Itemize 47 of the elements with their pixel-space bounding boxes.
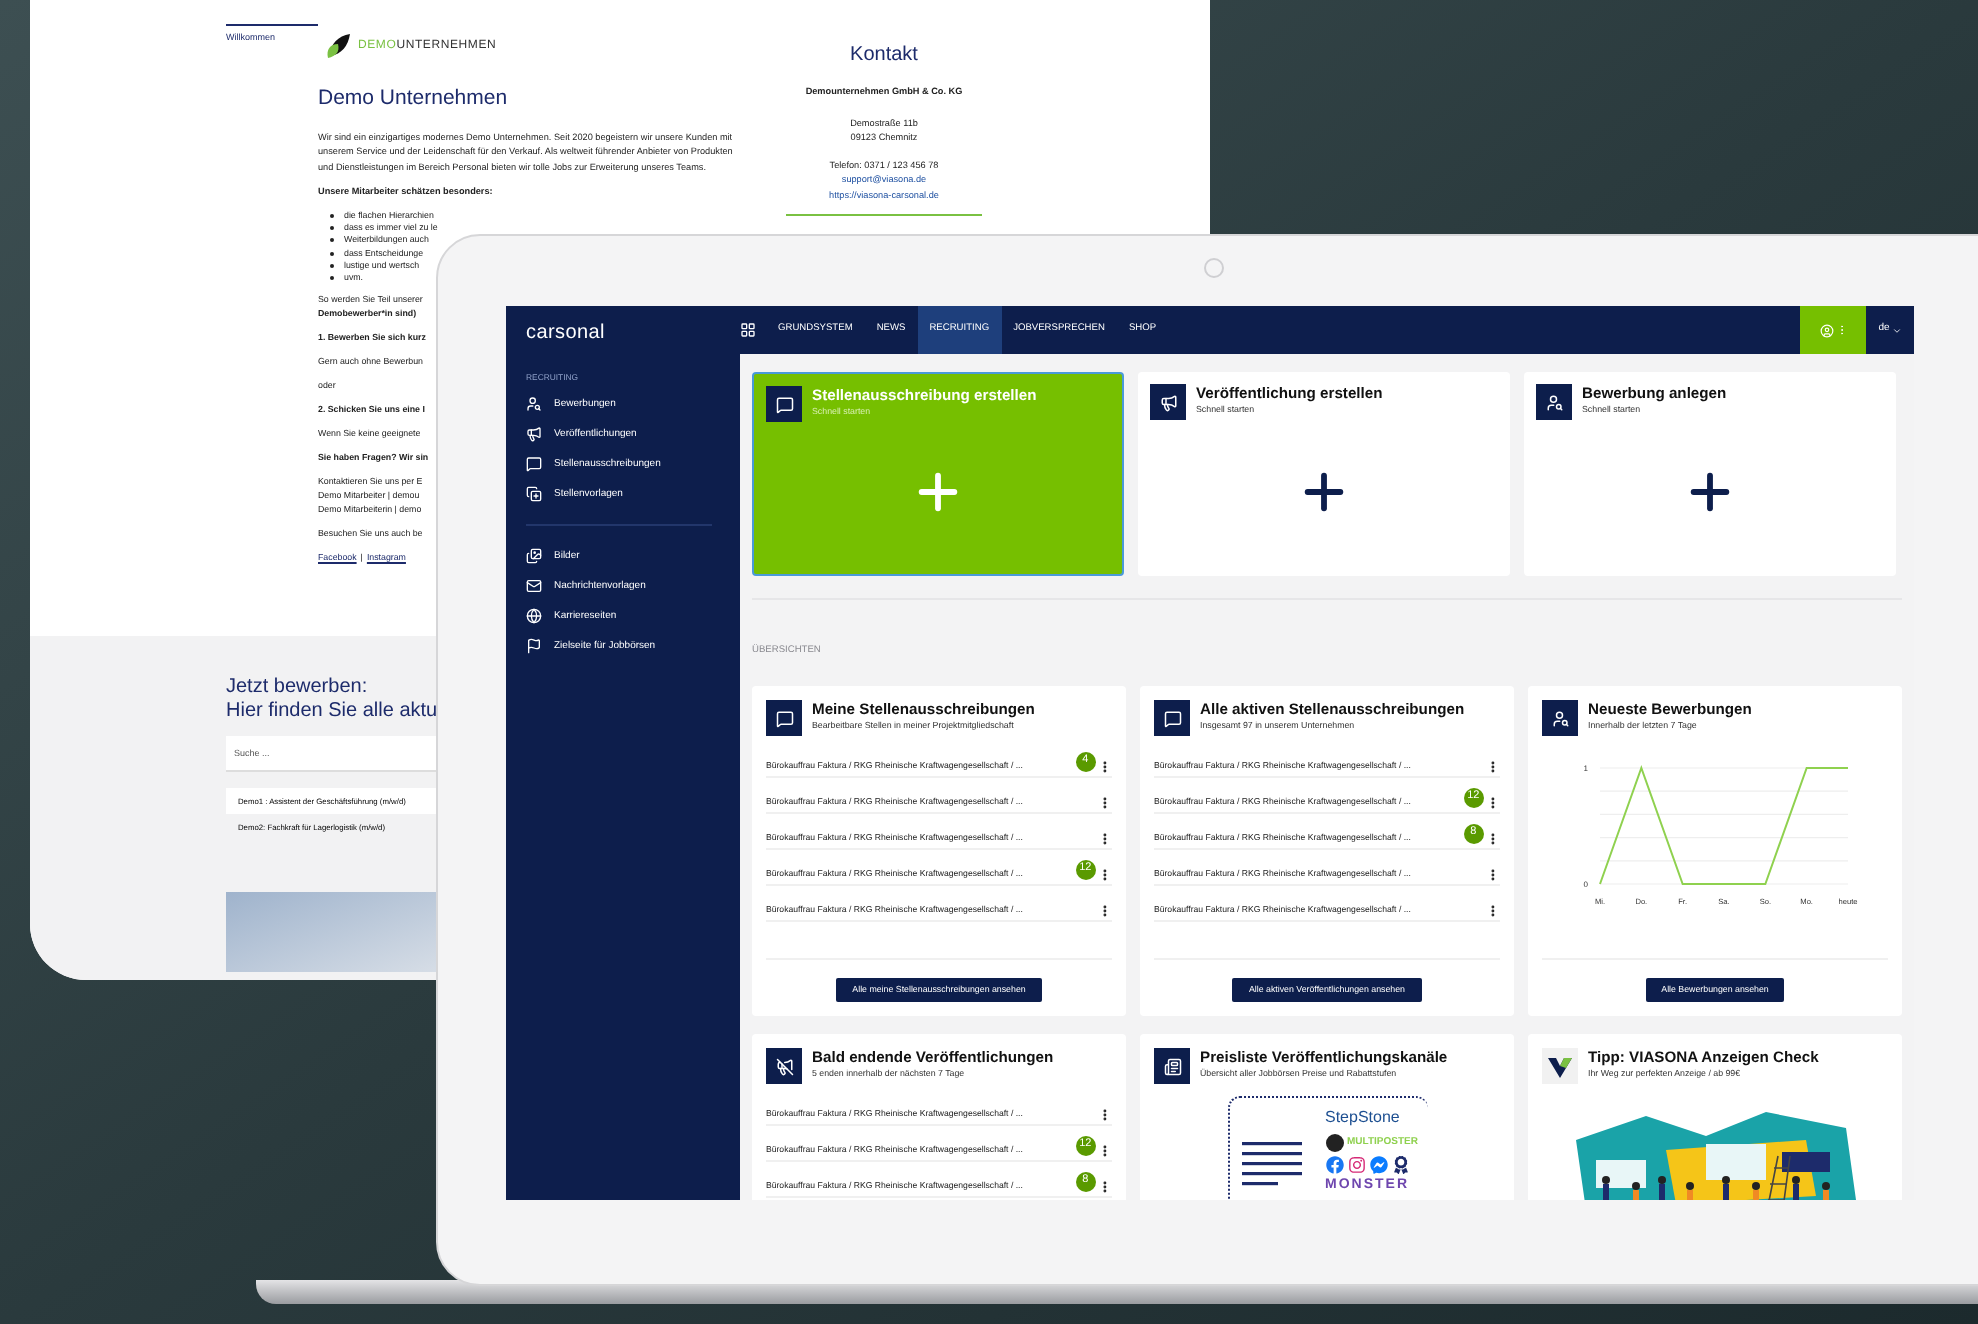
megaphone-icon <box>526 426 542 443</box>
job-board-logo: StepStone <box>1325 1106 1402 1130</box>
v-logo-icon <box>1542 1048 1578 1084</box>
award-icon <box>1391 1156 1409 1174</box>
user-icon <box>1819 323 1833 337</box>
flag-icon <box>526 638 542 655</box>
mail-icon <box>526 578 542 595</box>
more-icon[interactable] <box>1098 831 1112 845</box>
chat-icon <box>1163 709 1181 727</box>
more-icon[interactable] <box>1486 831 1500 845</box>
images-icon <box>526 548 542 565</box>
more-icon[interactable] <box>1098 903 1112 917</box>
more-icon[interactable] <box>1098 759 1112 773</box>
grid-icon[interactable] <box>740 322 756 338</box>
megaphone-icon <box>1159 393 1177 411</box>
app-logo[interactable]: carsonal <box>526 322 605 344</box>
facebook-icon <box>1325 1156 1343 1174</box>
user-search-icon <box>1545 393 1563 411</box>
leaf-logo-icon <box>326 32 354 60</box>
more-icon[interactable] <box>1098 1107 1112 1121</box>
globe-icon <box>526 608 542 625</box>
apply-heading: Jetzt bewerben: <box>226 676 368 700</box>
apply-heading: Hier finden Sie alle aktu <box>226 700 438 724</box>
more-icon[interactable] <box>1098 867 1112 881</box>
contact-heading: Kontakt <box>850 42 918 70</box>
user-search-icon <box>1551 709 1569 727</box>
more-icon[interactable] <box>1098 1179 1112 1193</box>
multiposter-badge-icon <box>1325 1134 1343 1152</box>
user-search-icon <box>526 396 542 413</box>
chat-icon <box>775 709 793 727</box>
more-icon[interactable] <box>1486 759 1500 773</box>
more-icon[interactable] <box>1098 795 1112 809</box>
caret-icon <box>1891 325 1902 335</box>
document-lines-icon <box>1241 1142 1301 1186</box>
page-heading: Demo Unternehmen <box>318 84 510 114</box>
copy-plus-icon <box>526 486 542 503</box>
more-icon[interactable] <box>1486 903 1500 917</box>
chat-icon <box>775 395 793 413</box>
megaphone-off-icon <box>775 1057 793 1075</box>
more-icon[interactable] <box>1486 867 1500 881</box>
more-icon[interactable] <box>1486 795 1500 809</box>
chat-icon <box>526 456 542 473</box>
messenger-icon <box>1369 1156 1387 1174</box>
instagram-icon <box>1347 1156 1365 1174</box>
camera-icon <box>1204 258 1224 278</box>
newspaper-icon <box>1163 1057 1181 1075</box>
more-icon[interactable] <box>1098 1143 1112 1157</box>
